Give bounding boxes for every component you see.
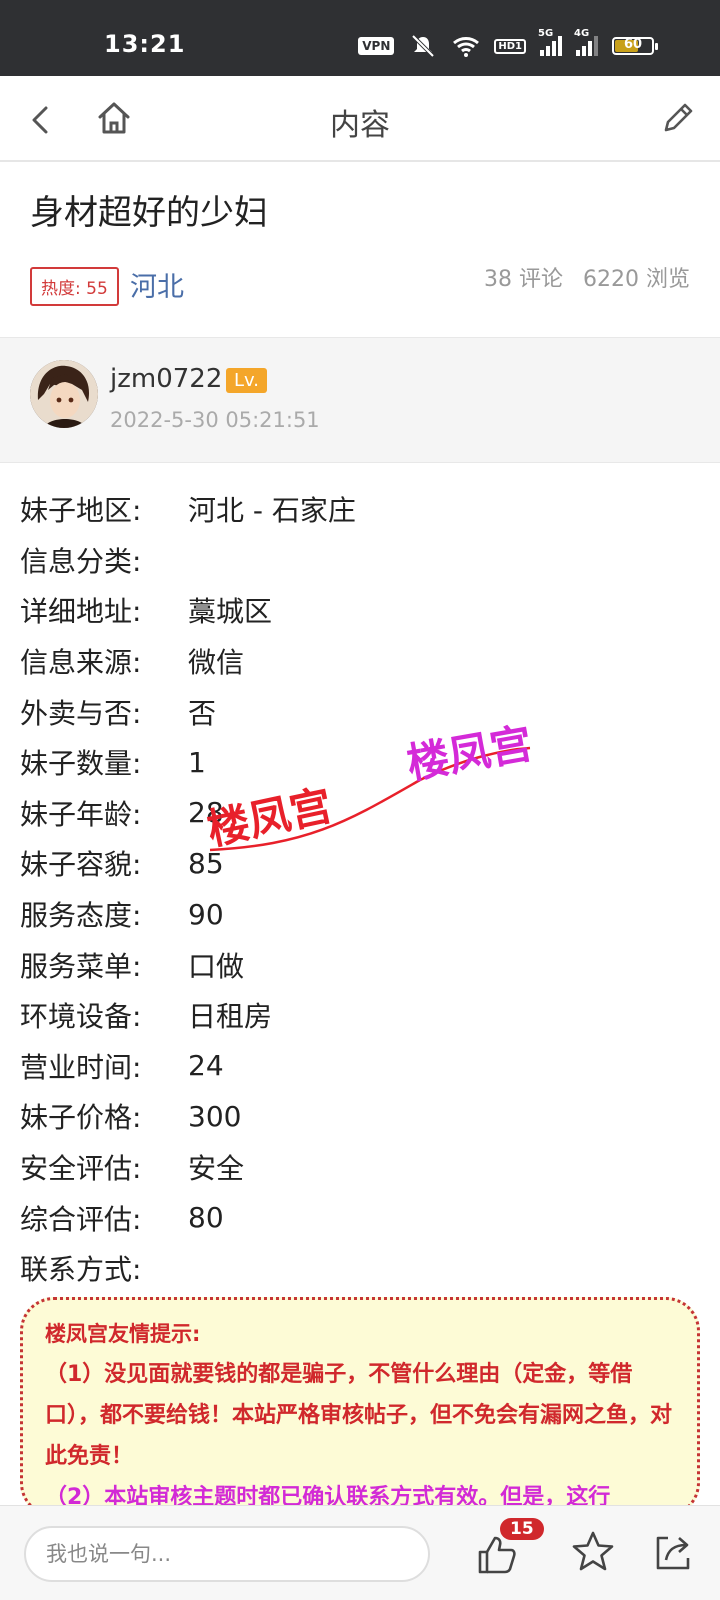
- info-row-environment: 环境设备: 日租房: [20, 990, 700, 1041]
- info-value: 藁城区: [188, 595, 273, 629]
- info-value: 日租房: [188, 1000, 273, 1034]
- info-row-safety: 安全评估: 安全: [20, 1142, 700, 1193]
- wifi-icon: [453, 37, 480, 57]
- mute-icon: [411, 34, 435, 58]
- info-label: 妹子年龄:: [20, 797, 142, 831]
- notice-paragraph-1: （1）没见面就要钱的都是骗子，不管什么理由（定金，等借口），都不要给钱！本站严格…: [45, 1362, 673, 1469]
- share-icon[interactable]: [650, 1530, 696, 1576]
- view-count: 6220 浏览: [583, 267, 690, 292]
- post-title: 身材超好的少妇: [30, 193, 268, 233]
- info-row-attitude: 服务态度: 90: [20, 889, 700, 940]
- signal-5g-icon: 5G: [538, 28, 562, 56]
- comment-input[interactable]: 我也说一句...: [24, 1526, 430, 1582]
- info-value: 微信: [188, 646, 245, 680]
- info-row-price: 妹子价格: 300: [20, 1091, 700, 1142]
- post-header: 身材超好的少妇 热度: 55 河北 38 评论 6220 浏览: [0, 163, 720, 337]
- info-label: 信息来源:: [20, 646, 142, 680]
- info-row-delivery: 外卖与否: 否: [20, 686, 700, 737]
- info-row-looks: 妹子容貌: 85: [20, 838, 700, 889]
- signal-4g-icon: 4G: [574, 28, 598, 56]
- info-row-hours: 营业时间: 24: [20, 1041, 700, 1092]
- info-value: 安全: [188, 1152, 245, 1186]
- avatar[interactable]: [30, 360, 98, 428]
- info-label: 详细地址:: [20, 595, 142, 629]
- info-label: 妹子容貌:: [20, 848, 142, 882]
- author-name[interactable]: jzm0722: [110, 364, 222, 394]
- info-label: 妹子数量:: [20, 747, 142, 781]
- info-value: 1: [188, 745, 206, 779]
- avatar-illustration: [30, 360, 98, 428]
- info-label: 信息分类:: [20, 544, 142, 578]
- page-title: 内容: [330, 108, 390, 143]
- region-link[interactable]: 河北: [130, 265, 184, 304]
- info-label: 妹子价格:: [20, 1101, 142, 1135]
- info-value: 300: [188, 1099, 242, 1133]
- hd-icon: HD1: [494, 38, 526, 54]
- info-row-menu: 服务菜单: 口做: [20, 939, 700, 990]
- notice-box: 楼凤宫友情提示: （1）没见面就要钱的都是骗子，不管什么理由（定金，等借口），都…: [20, 1297, 700, 1517]
- info-label: 妹子地区:: [20, 494, 142, 528]
- info-label: 环境设备:: [20, 1000, 142, 1034]
- author-box: jzm0722 Lv. 2022-5-30 05:21:51: [0, 337, 720, 463]
- info-value: 否: [188, 696, 217, 730]
- info-value: 80: [188, 1201, 224, 1235]
- info-row-category: 信息分类:: [20, 535, 700, 586]
- info-value: 28: [188, 796, 224, 830]
- notice-title: 楼凤宫友情提示:: [45, 1322, 201, 1346]
- info-row-count: 妹子数量: 1: [20, 737, 700, 788]
- info-value: 90: [188, 897, 224, 931]
- info-value: 口做: [188, 949, 245, 983]
- vpn-icon: VPN: [358, 37, 395, 55]
- comment-count: 38 评论: [484, 267, 564, 292]
- info-value: 24: [188, 1049, 224, 1083]
- info-label: 联系方式:: [20, 1253, 142, 1287]
- info-label: 综合评估:: [20, 1202, 142, 1236]
- battery-icon: 60: [612, 37, 658, 55]
- post-stats: 38 评论 6220 浏览: [484, 261, 690, 293]
- info-label: 营业时间:: [20, 1050, 142, 1084]
- info-label: 服务菜单:: [20, 949, 142, 983]
- level-badge: Lv.: [226, 368, 268, 393]
- like-count-badge: 15: [500, 1518, 544, 1540]
- status-time: 13:21: [104, 30, 186, 58]
- info-row-age: 妹子年龄: 28: [20, 788, 700, 839]
- info-list: 妹子地区: 河北 - 石家庄 信息分类: 详细地址: 藁城区 信息来源: 微信 外卖与…: [20, 484, 700, 1294]
- info-row-region: 妹子地区: 河北 - 石家庄: [20, 484, 700, 535]
- info-row-source: 信息来源: 微信: [20, 636, 700, 687]
- info-label: 安全评估:: [20, 1152, 142, 1186]
- status-bar: 13:21 VPN HD1 5G 4G 60: [0, 0, 720, 76]
- info-row-overall: 综合评估: 80: [20, 1192, 700, 1243]
- star-icon[interactable]: [570, 1528, 616, 1574]
- heat-badge: 热度: 55: [30, 267, 119, 306]
- status-icons: VPN HD1 5G 4G 60: [358, 28, 658, 58]
- bottom-bar: 我也说一句... 15: [0, 1505, 720, 1600]
- info-label: 外卖与否:: [20, 696, 142, 730]
- info-row-address: 详细地址: 藁城区: [20, 585, 700, 636]
- info-value: 河北 - 石家庄: [188, 494, 356, 528]
- net1-label: 5G: [538, 28, 554, 39]
- post-time: 2022-5-30 05:21:51: [110, 408, 320, 432]
- info-label: 服务态度:: [20, 899, 142, 933]
- nav-bar: 内容: [0, 76, 720, 162]
- info-row-contact: 联系方式:: [20, 1243, 700, 1294]
- net2-label: 4G: [574, 28, 590, 39]
- battery-level: 60: [623, 37, 643, 52]
- info-value: 85: [188, 846, 224, 880]
- edit-icon[interactable]: [658, 98, 698, 138]
